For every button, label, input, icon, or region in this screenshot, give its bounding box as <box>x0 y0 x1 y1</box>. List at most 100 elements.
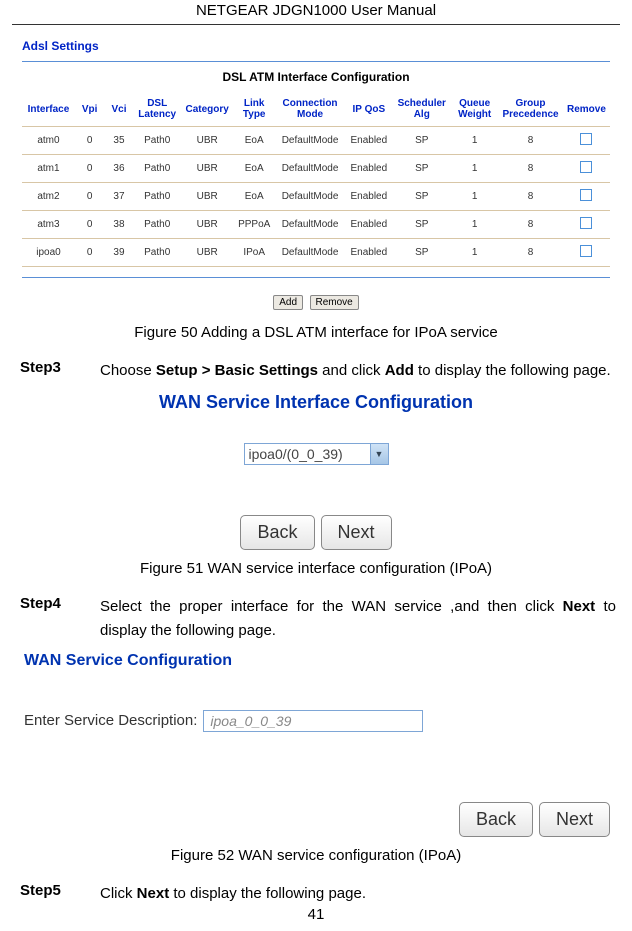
figure-50-caption: Figure 50 Adding a DSL ATM interface for… <box>0 324 632 341</box>
table-cell: DefaultMode <box>275 239 346 267</box>
table-header-cell: Scheduler Alg <box>392 92 451 127</box>
atm-table: InterfaceVpiVciDSL LatencyCategoryLink T… <box>22 92 610 267</box>
remove-checkbox[interactable] <box>580 245 592 257</box>
table-cell: SP <box>392 183 451 211</box>
adsl-settings-heading: Adsl Settings <box>22 39 632 53</box>
back-button[interactable]: Back <box>240 515 314 550</box>
table-cell: 35 <box>104 127 133 155</box>
wan-config-title: WAN Service Configuration <box>24 652 632 670</box>
table-cell: SP <box>392 211 451 239</box>
table-cell: 0 <box>75 239 104 267</box>
remove-checkbox[interactable] <box>580 189 592 201</box>
table-header-cell: Vci <box>104 92 133 127</box>
table-cell: atm0 <box>22 127 75 155</box>
table-cell: Enabled <box>345 127 392 155</box>
table-cell: 38 <box>104 211 133 239</box>
table-cell: UBR <box>181 155 234 183</box>
table-row: ipoa0039Path0UBRIPoADefaultModeEnabledSP… <box>22 239 610 267</box>
table-cell: UBR <box>181 127 234 155</box>
table-cell: atm1 <box>22 155 75 183</box>
next-button[interactable]: Next <box>321 515 392 550</box>
next-button[interactable]: Next <box>539 802 610 837</box>
table-cell: Path0 <box>134 183 181 211</box>
table-header-cell: Interface <box>22 92 75 127</box>
table-cell: DefaultMode <box>275 183 346 211</box>
divider <box>22 277 610 278</box>
wan-interface-title: WAN Service Interface Configuration <box>0 392 632 413</box>
service-description-label: Enter Service Description: <box>24 712 197 729</box>
table-header-cell: Queue Weight <box>451 92 498 127</box>
table-cell: UBR <box>181 211 234 239</box>
step4-text: Select the proper interface for the WAN … <box>100 595 616 642</box>
table-cell: 0 <box>75 155 104 183</box>
table-cell: 1 <box>451 155 498 183</box>
table-cell: atm2 <box>22 183 75 211</box>
table-cell: EoA <box>234 127 275 155</box>
table-cell: IPoA <box>234 239 275 267</box>
page-number: 41 <box>0 906 632 923</box>
table-cell: 36 <box>104 155 133 183</box>
table-header-cell: Vpi <box>75 92 104 127</box>
table-cell: SP <box>392 155 451 183</box>
table-cell: 39 <box>104 239 133 267</box>
remove-checkbox[interactable] <box>580 133 592 145</box>
table-cell: SP <box>392 127 451 155</box>
remove-button[interactable]: Remove <box>310 295 359 310</box>
interface-select[interactable]: ipoa0/(0_0_39) ▼ <box>244 443 389 465</box>
table-cell: 8 <box>498 211 563 239</box>
table-header-row: InterfaceVpiVciDSL LatencyCategoryLink T… <box>22 92 610 127</box>
table-cell: 1 <box>451 127 498 155</box>
table-row: atm0035Path0UBREoADefaultModeEnabledSP18 <box>22 127 610 155</box>
table-row: atm3038Path0UBRPPPoADefaultModeEnabledSP… <box>22 211 610 239</box>
table-cell: 8 <box>498 127 563 155</box>
service-description-input[interactable] <box>203 710 423 732</box>
table-cell: Enabled <box>345 211 392 239</box>
table-cell: DefaultMode <box>275 211 346 239</box>
table-cell: 8 <box>498 239 563 267</box>
atm-buttons: Add Remove <box>0 292 632 310</box>
back-button[interactable]: Back <box>459 802 533 837</box>
table-cell: ipoa0 <box>22 239 75 267</box>
table-cell: PPPoA <box>234 211 275 239</box>
remove-checkbox[interactable] <box>580 217 592 229</box>
table-header-cell: Category <box>181 92 234 127</box>
figure-51-caption: Figure 51 WAN service interface configur… <box>0 560 632 577</box>
interface-select-value: ipoa0/(0_0_39) <box>245 446 370 462</box>
table-cell: Path0 <box>134 211 181 239</box>
atm-table-title: DSL ATM Interface Configuration <box>0 70 632 84</box>
table-cell: UBR <box>181 183 234 211</box>
step3-text: Choose Setup > Basic Settings and click … <box>100 359 616 382</box>
table-row: atm2037Path0UBREoADefaultModeEnabledSP18 <box>22 183 610 211</box>
remove-checkbox[interactable] <box>580 161 592 173</box>
page-header: NETGEAR JDGN1000 User Manual <box>12 0 620 25</box>
table-cell: 1 <box>451 183 498 211</box>
table-header-cell: Remove <box>563 92 610 127</box>
table-header-cell: IP QoS <box>345 92 392 127</box>
table-cell: 1 <box>451 211 498 239</box>
table-cell: Enabled <box>345 239 392 267</box>
table-cell: UBR <box>181 239 234 267</box>
table-header-cell: DSL Latency <box>134 92 181 127</box>
step4-label: Step4 <box>20 595 100 642</box>
table-cell: 37 <box>104 183 133 211</box>
table-cell: 0 <box>75 183 104 211</box>
table-cell: DefaultMode <box>275 127 346 155</box>
table-cell: 0 <box>75 127 104 155</box>
table-cell: EoA <box>234 155 275 183</box>
table-header-cell: Group Precedence <box>498 92 563 127</box>
figure-52-caption: Figure 52 WAN service configuration (IPo… <box>0 847 632 864</box>
divider <box>22 61 610 62</box>
table-cell: SP <box>392 239 451 267</box>
table-cell: Enabled <box>345 155 392 183</box>
table-cell: EoA <box>234 183 275 211</box>
table-cell: Path0 <box>134 239 181 267</box>
table-row: atm1036Path0UBREoADefaultModeEnabledSP18 <box>22 155 610 183</box>
table-cell: Path0 <box>134 127 181 155</box>
step3-label: Step3 <box>20 359 100 382</box>
step5-text: Click Next to display the following page… <box>100 882 616 905</box>
table-cell: Enabled <box>345 183 392 211</box>
add-button[interactable]: Add <box>273 295 303 310</box>
table-header-cell: Connection Mode <box>275 92 346 127</box>
table-cell: 8 <box>498 155 563 183</box>
table-cell: 1 <box>451 239 498 267</box>
